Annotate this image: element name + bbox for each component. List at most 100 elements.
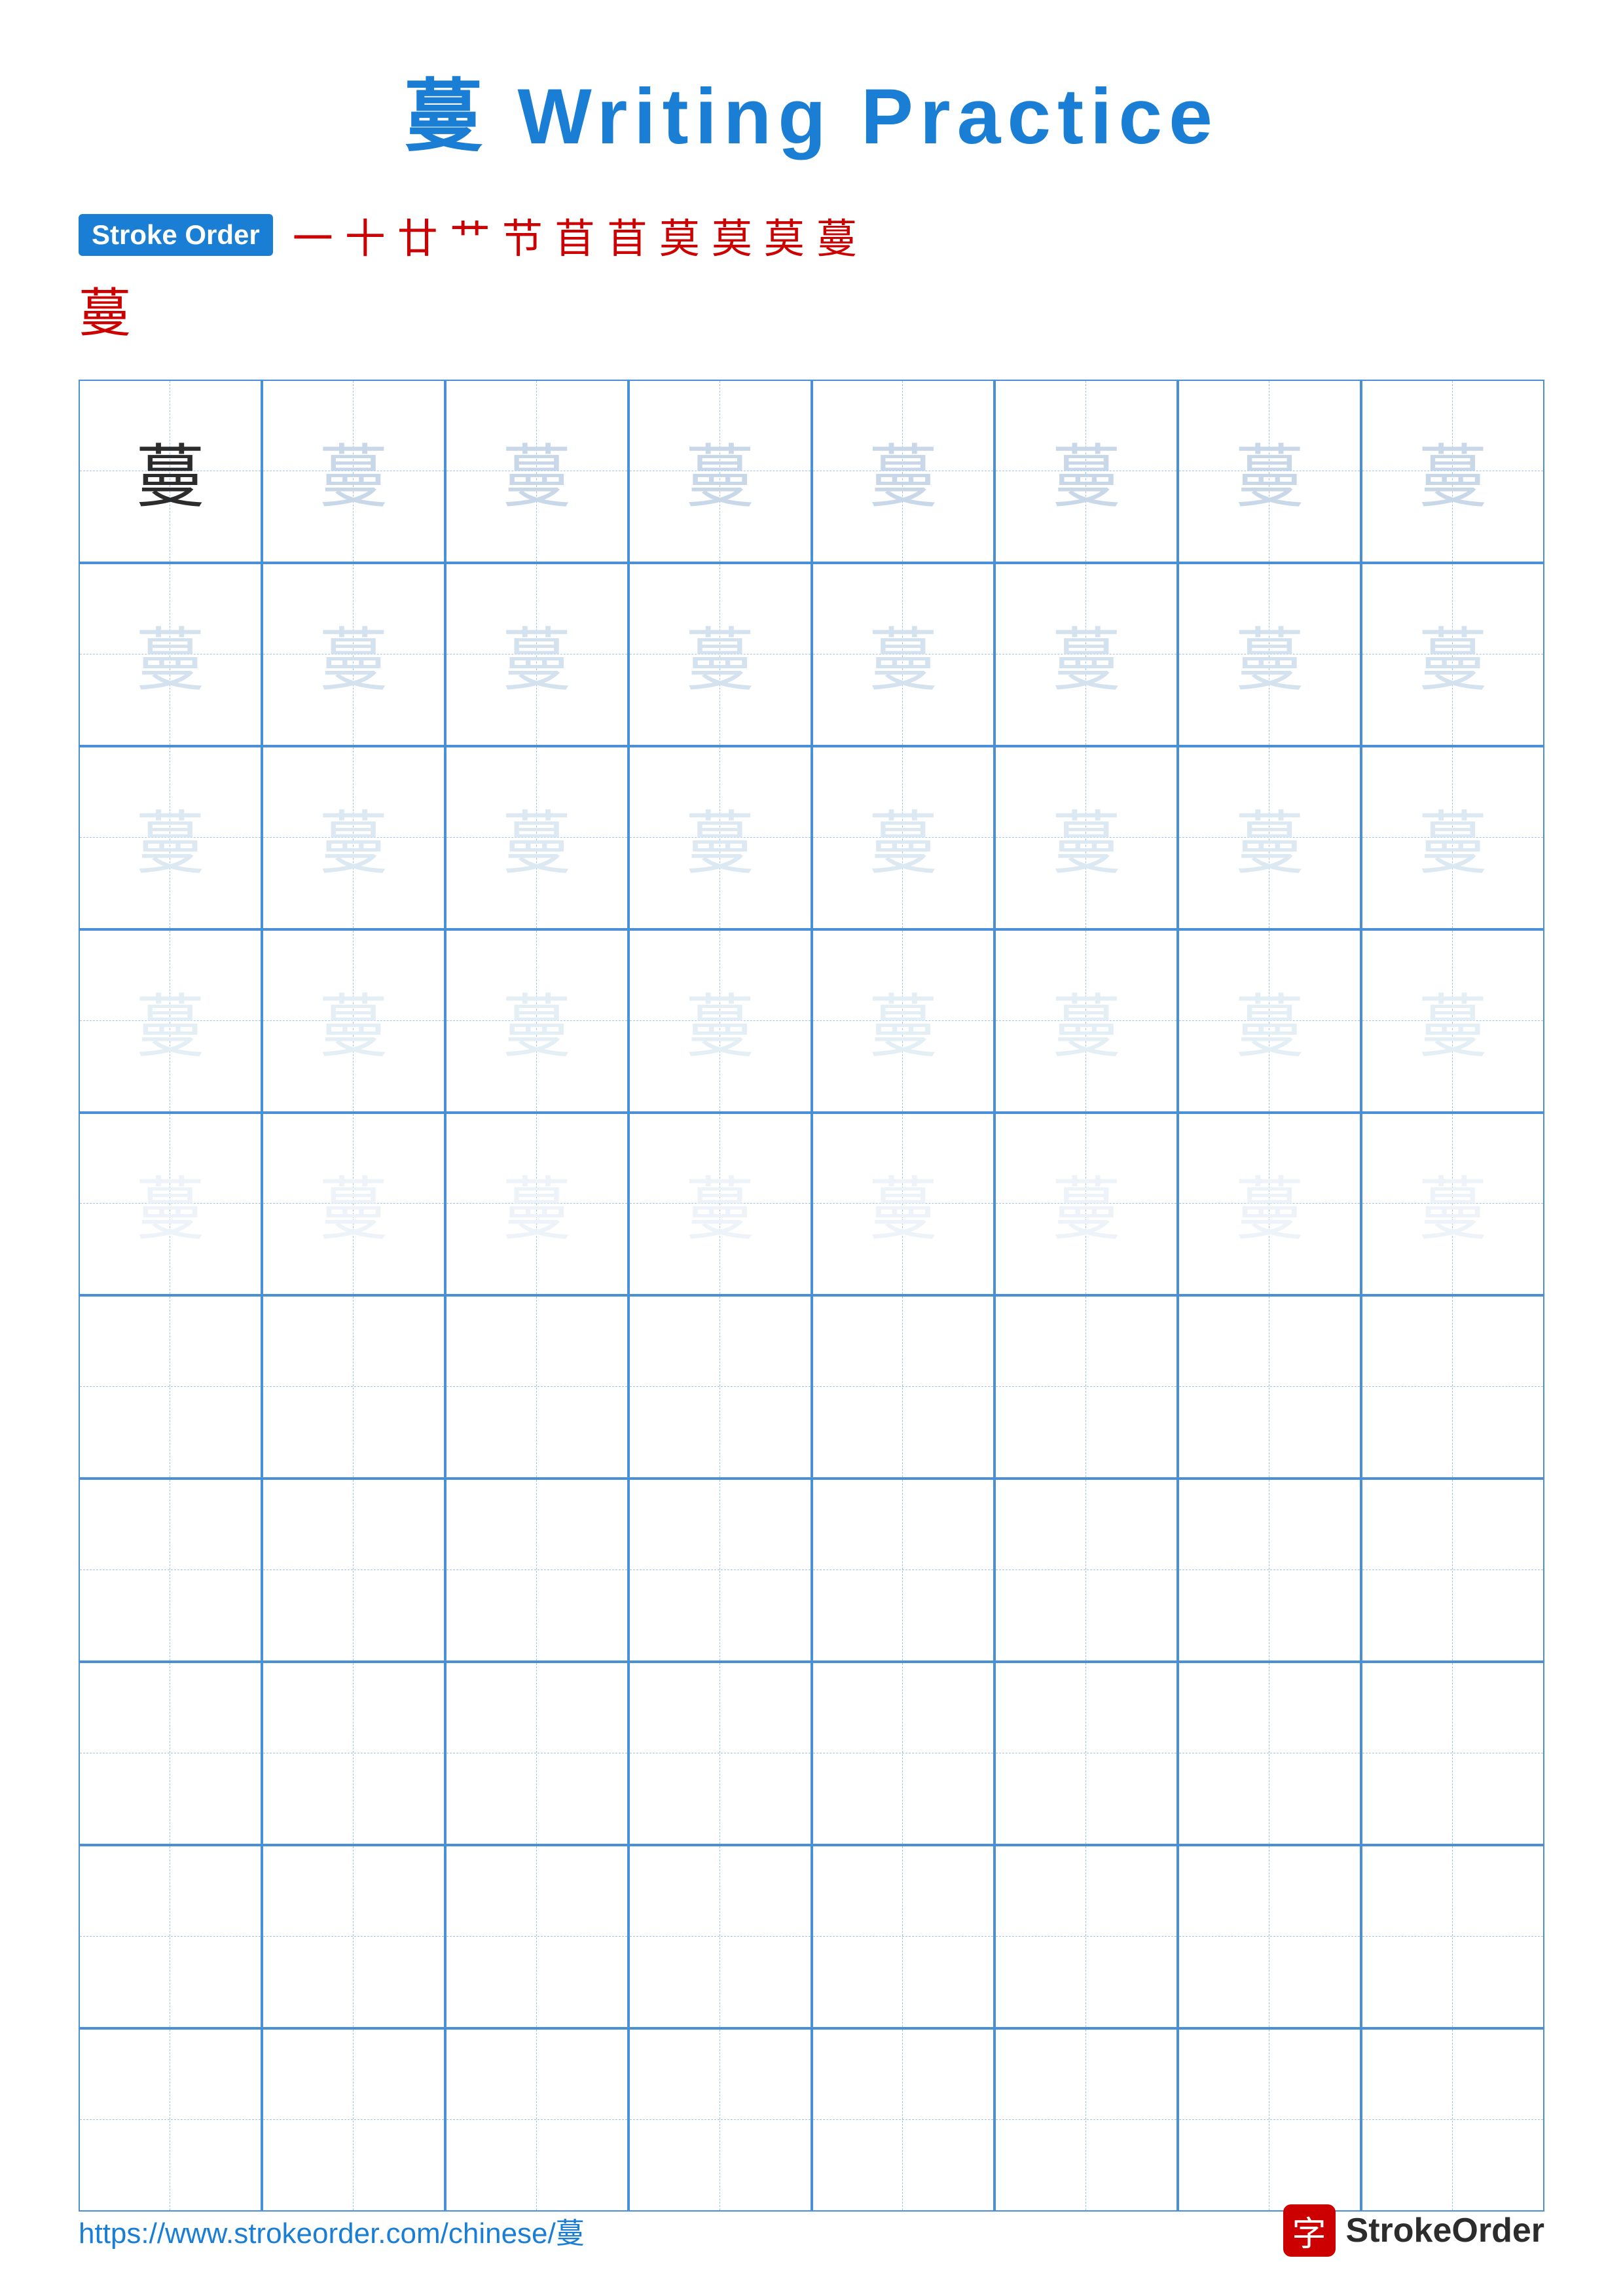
- grid-row-8: [79, 1662, 1544, 1845]
- grid-char: 蔓: [869, 1154, 938, 1253]
- grid-cell-3-2[interactable]: 蔓: [262, 746, 445, 929]
- grid-cell-10-8[interactable]: [1361, 2028, 1544, 2212]
- grid-cell-4-4[interactable]: 蔓: [629, 929, 812, 1113]
- grid-cell-4-2[interactable]: 蔓: [262, 929, 445, 1113]
- grid-cell-7-6[interactable]: [994, 1479, 1178, 1662]
- grid-row-4: 蔓 蔓 蔓 蔓 蔓 蔓 蔓 蔓: [79, 929, 1544, 1113]
- grid-cell-7-2[interactable]: [262, 1479, 445, 1662]
- grid-cell-2-8[interactable]: 蔓: [1361, 563, 1544, 746]
- grid-cell-1-1[interactable]: 蔓: [79, 380, 262, 563]
- grid-cell-2-7[interactable]: 蔓: [1178, 563, 1361, 746]
- grid-cell-9-8[interactable]: [1361, 1845, 1544, 2028]
- grid-cell-3-4[interactable]: 蔓: [629, 746, 812, 929]
- grid-cell-6-3[interactable]: [445, 1295, 629, 1479]
- grid-cell-10-7[interactable]: [1178, 2028, 1361, 2212]
- grid-cell-3-1[interactable]: 蔓: [79, 746, 262, 929]
- grid-cell-3-3[interactable]: 蔓: [445, 746, 629, 929]
- grid-cell-2-5[interactable]: 蔓: [812, 563, 995, 746]
- grid-cell-5-6[interactable]: 蔓: [994, 1113, 1178, 1296]
- grid-cell-6-2[interactable]: [262, 1295, 445, 1479]
- grid-char: 蔓: [502, 971, 571, 1071]
- grid-cell-5-3[interactable]: 蔓: [445, 1113, 629, 1296]
- grid-cell-3-6[interactable]: 蔓: [994, 746, 1178, 929]
- logo-char: 字: [1292, 2206, 1326, 2255]
- grid-cell-7-4[interactable]: [629, 1479, 812, 1662]
- grid-char: 蔓: [1052, 1154, 1121, 1253]
- grid-cell-8-3[interactable]: [445, 1662, 629, 1845]
- grid-cell-1-6[interactable]: 蔓: [994, 380, 1178, 563]
- grid-cell-10-4[interactable]: [629, 2028, 812, 2212]
- title-char: 蔓: [404, 73, 489, 160]
- grid-cell-7-3[interactable]: [445, 1479, 629, 1662]
- grid-cell-6-4[interactable]: [629, 1295, 812, 1479]
- grid-cell-8-7[interactable]: [1178, 1662, 1361, 1845]
- grid-cell-7-5[interactable]: [812, 1479, 995, 1662]
- grid-cell-9-3[interactable]: [445, 1845, 629, 2028]
- grid-cell-6-8[interactable]: [1361, 1295, 1544, 1479]
- grid-cell-6-7[interactable]: [1178, 1295, 1361, 1479]
- grid-cell-6-5[interactable]: [812, 1295, 995, 1479]
- grid-cell-4-7[interactable]: 蔓: [1178, 929, 1361, 1113]
- grid-cell-9-5[interactable]: [812, 1845, 995, 2028]
- grid-cell-1-2[interactable]: 蔓: [262, 380, 445, 563]
- grid-char: 蔓: [1235, 605, 1304, 704]
- grid-cell-1-8[interactable]: 蔓: [1361, 380, 1544, 563]
- grid-cell-4-6[interactable]: 蔓: [994, 929, 1178, 1113]
- grid-char: 蔓: [1235, 971, 1304, 1071]
- grid-cell-9-2[interactable]: [262, 1845, 445, 2028]
- grid-cell-8-2[interactable]: [262, 1662, 445, 1845]
- grid-cell-3-7[interactable]: 蔓: [1178, 746, 1361, 929]
- grid-cell-7-8[interactable]: [1361, 1479, 1544, 1662]
- grid-cell-10-2[interactable]: [262, 2028, 445, 2212]
- grid-cell-4-8[interactable]: 蔓: [1361, 929, 1544, 1113]
- grid-cell-3-5[interactable]: 蔓: [812, 746, 995, 929]
- grid-cell-9-7[interactable]: [1178, 1845, 1361, 2028]
- grid-cell-8-6[interactable]: [994, 1662, 1178, 1845]
- grid-cell-5-5[interactable]: 蔓: [812, 1113, 995, 1296]
- grid-cell-5-2[interactable]: 蔓: [262, 1113, 445, 1296]
- grid-cell-2-1[interactable]: 蔓: [79, 563, 262, 746]
- grid-cell-9-4[interactable]: [629, 1845, 812, 2028]
- grid-cell-5-8[interactable]: 蔓: [1361, 1113, 1544, 1296]
- grid-cell-5-7[interactable]: 蔓: [1178, 1113, 1361, 1296]
- grid-cell-2-2[interactable]: 蔓: [262, 563, 445, 746]
- grid-char: 蔓: [869, 788, 938, 888]
- grid-cell-8-1[interactable]: [79, 1662, 262, 1845]
- grid-cell-5-1[interactable]: 蔓: [79, 1113, 262, 1296]
- grid-cell-1-7[interactable]: 蔓: [1178, 380, 1361, 563]
- grid-char: 蔓: [319, 971, 388, 1071]
- grid-cell-3-8[interactable]: 蔓: [1361, 746, 1544, 929]
- grid-cell-9-6[interactable]: [994, 1845, 1178, 2028]
- grid-cell-7-1[interactable]: [79, 1479, 262, 1662]
- grid-cell-6-1[interactable]: [79, 1295, 262, 1479]
- grid-cell-4-1[interactable]: 蔓: [79, 929, 262, 1113]
- grid-cell-10-5[interactable]: [812, 2028, 995, 2212]
- grid-char: 蔓: [1419, 422, 1487, 521]
- grid-cell-10-1[interactable]: [79, 2028, 262, 2212]
- grid-cell-1-5[interactable]: 蔓: [812, 380, 995, 563]
- stroke-char-6: 苜: [555, 206, 595, 264]
- grid-cell-1-3[interactable]: 蔓: [445, 380, 629, 563]
- grid-cell-4-5[interactable]: 蔓: [812, 929, 995, 1113]
- grid-cell-4-3[interactable]: 蔓: [445, 929, 629, 1113]
- grid-char: 蔓: [685, 1154, 754, 1253]
- grid-row-5: 蔓 蔓 蔓 蔓 蔓 蔓 蔓 蔓: [79, 1113, 1544, 1296]
- grid-cell-7-7[interactable]: [1178, 1479, 1361, 1662]
- grid-cell-8-4[interactable]: [629, 1662, 812, 1845]
- grid-cell-2-4[interactable]: 蔓: [629, 563, 812, 746]
- grid-cell-1-4[interactable]: 蔓: [629, 380, 812, 563]
- grid-char: 蔓: [685, 971, 754, 1071]
- grid-cell-5-4[interactable]: 蔓: [629, 1113, 812, 1296]
- grid-cell-10-6[interactable]: [994, 2028, 1178, 2212]
- footer-url[interactable]: https://www.strokeorder.com/chinese/蔓: [79, 2210, 585, 2251]
- grid-cell-2-3[interactable]: 蔓: [445, 563, 629, 746]
- grid-cell-8-8[interactable]: [1361, 1662, 1544, 1845]
- grid-char: 蔓: [319, 605, 388, 704]
- stroke-char-11: 蔓: [816, 206, 857, 264]
- grid-cell-8-5[interactable]: [812, 1662, 995, 1845]
- grid-char: 蔓: [1235, 422, 1304, 521]
- grid-cell-9-1[interactable]: [79, 1845, 262, 2028]
- grid-cell-10-3[interactable]: [445, 2028, 629, 2212]
- grid-cell-6-6[interactable]: [994, 1295, 1178, 1479]
- grid-cell-2-6[interactable]: 蔓: [994, 563, 1178, 746]
